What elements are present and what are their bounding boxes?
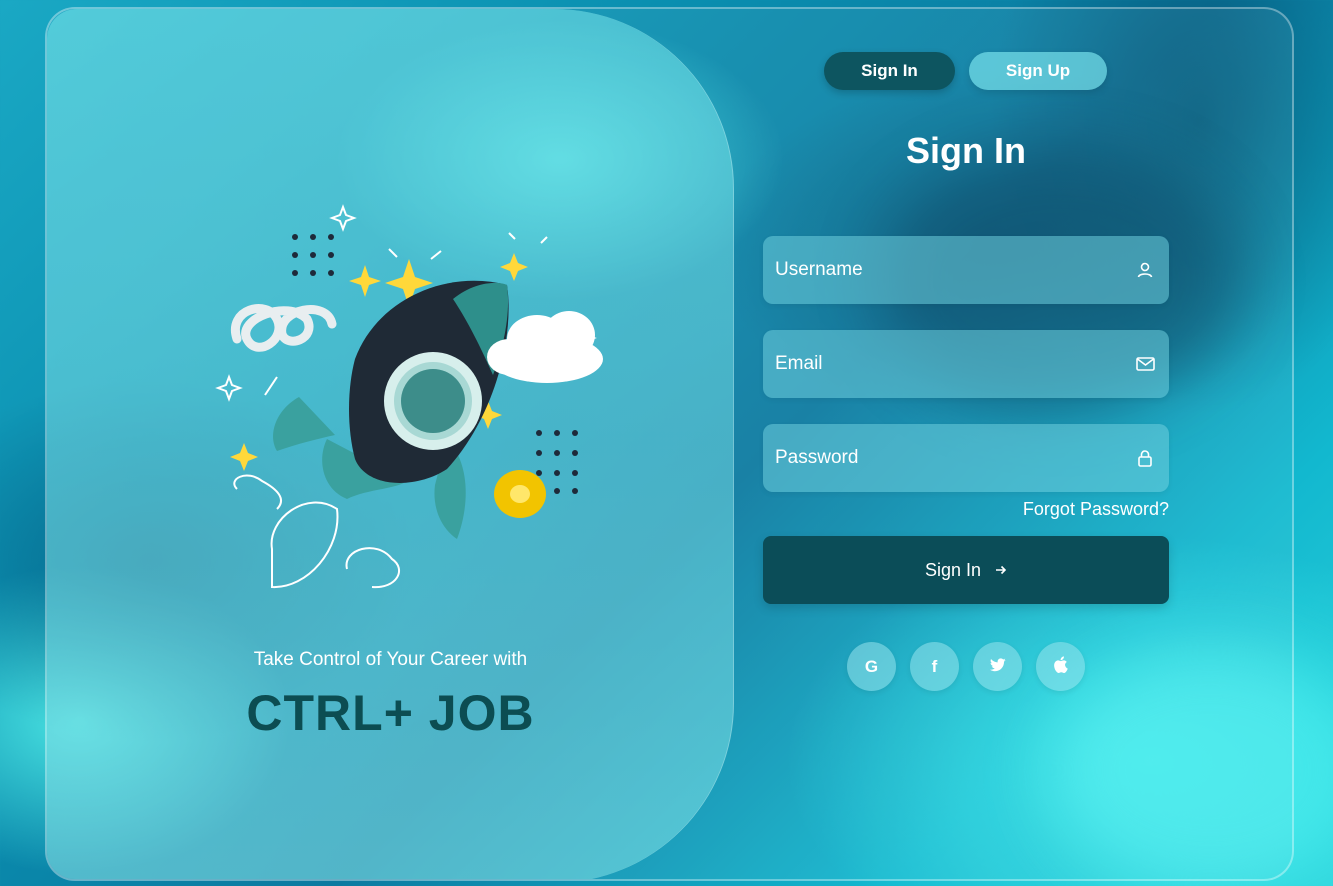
facebook-icon: f <box>931 656 938 676</box>
lock-icon <box>1135 448 1155 468</box>
facebook-login-button[interactable]: f <box>910 642 959 691</box>
forgot-password-link[interactable]: Forgot Password? <box>963 499 1169 520</box>
brand-name: CTRL+ JOB <box>246 685 535 741</box>
sign-in-button-label: Sign In <box>924 559 982 580</box>
password-input[interactable] <box>775 447 1135 469</box>
google-login-button[interactable]: G <box>847 642 896 691</box>
email-field[interactable] <box>763 330 1169 398</box>
tab-sign-up[interactable]: Sign Up <box>969 52 1107 90</box>
social-login: G f <box>847 642 1085 691</box>
google-icon: G <box>864 656 879 676</box>
arrow-right-icon <box>995 560 1007 581</box>
password-field[interactable] <box>763 424 1169 492</box>
apple-icon <box>1053 655 1068 678</box>
user-icon <box>1135 260 1155 280</box>
auth-tabs: Sign In Sign Up <box>824 52 1107 90</box>
username-input[interactable] <box>775 259 1135 281</box>
form-title: Sign In <box>906 130 1026 171</box>
hero-tagline: Take Control of Your Career with <box>253 649 528 670</box>
twitter-login-button[interactable] <box>973 642 1022 691</box>
tab-sign-in[interactable]: Sign In <box>824 52 955 90</box>
apple-login-button[interactable] <box>1036 642 1085 691</box>
email-input[interactable] <box>775 353 1135 375</box>
rocket-illustration <box>215 204 603 589</box>
mail-icon <box>1135 354 1155 374</box>
hero-panel: Take Control of Your Career with CTRL+ J… <box>47 9 734 879</box>
username-field[interactable] <box>763 236 1169 304</box>
sign-in-button[interactable]: Sign In <box>763 536 1169 604</box>
twitter-icon <box>989 657 1006 677</box>
